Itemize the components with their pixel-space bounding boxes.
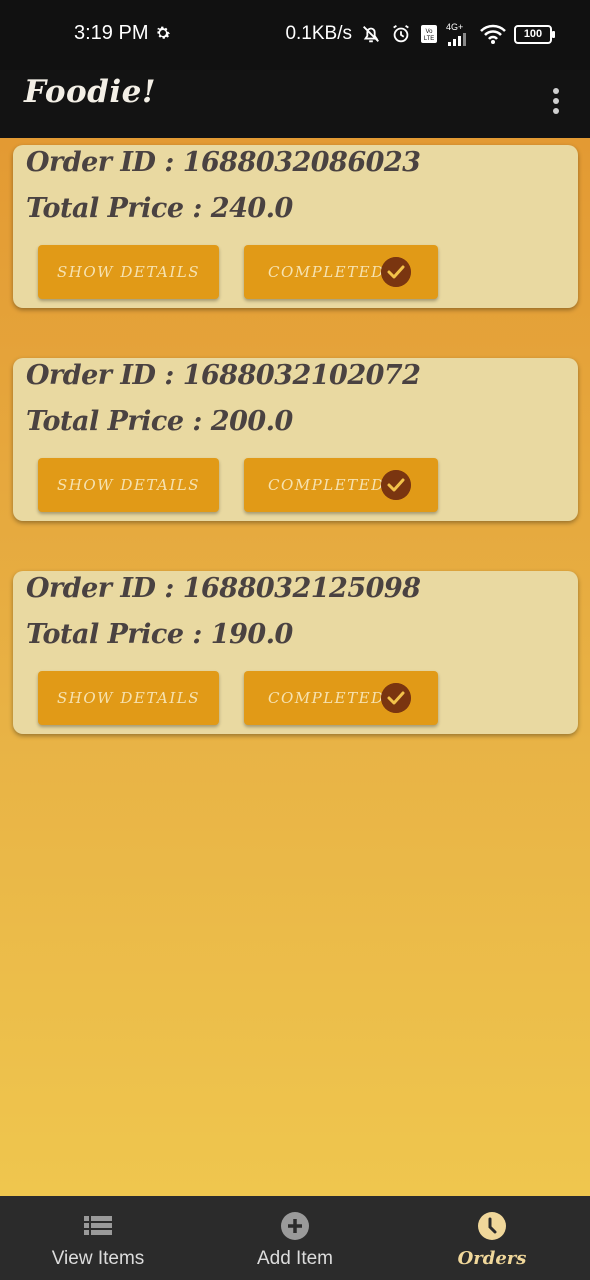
battery-level: 100 [523, 27, 543, 40]
nav-orders[interactable]: Orders [394, 1196, 590, 1280]
status-indicators: 0.1KB/s Vo LTE 4G+ 100 [285, 20, 555, 48]
order-total-price: Total Price : 240.0 [26, 193, 293, 224]
svg-text:LTE: LTE [424, 36, 435, 42]
signal-bars-icon [448, 32, 466, 46]
app-bar: Foodie! [0, 70, 590, 138]
list-icon [84, 1216, 112, 1235]
show-details-button[interactable]: Show Details [38, 458, 219, 512]
battery-icon: 100 [514, 24, 555, 44]
order-id: Order ID : 1688032086023 [26, 147, 421, 178]
add-circle-icon [281, 1212, 309, 1240]
nav-add-item[interactable]: Add Item [197, 1196, 393, 1280]
volte-icon: Vo LTE [421, 25, 437, 43]
nav-view-items[interactable]: View Items [0, 1196, 196, 1280]
nav-add-item-label: Add Item [256, 1248, 334, 1269]
check-circle-icon [381, 257, 411, 287]
check-circle-icon [381, 683, 411, 713]
show-details-button[interactable]: Show Details [38, 671, 219, 725]
order-total-price: Total Price : 190.0 [26, 619, 293, 650]
clock-icon [478, 1212, 506, 1240]
signal-indicator: 4G+ [446, 21, 472, 46]
order-id: Order ID : 1688032125098 [26, 573, 421, 604]
check-circle-icon [381, 470, 411, 500]
completed-label: Completed [268, 263, 385, 281]
settings-gear-icon [157, 26, 171, 39]
completed-button[interactable]: Completed [244, 458, 438, 512]
order-total-price: Total Price : 200.0 [26, 406, 293, 437]
wifi-icon [480, 24, 506, 44]
status-time: 3:19 PM [74, 22, 149, 44]
app-title: Foodie! [24, 74, 156, 110]
svg-text:Vo: Vo [425, 29, 433, 35]
nav-view-items-label: View Items [51, 1248, 145, 1269]
overflow-menu-icon[interactable] [544, 84, 568, 120]
show-details-button[interactable]: Show Details [38, 245, 219, 299]
bottom-navigation: View Items Add Item Orders [0, 1196, 590, 1280]
completed-label: Completed [268, 476, 385, 494]
completed-label: Completed [268, 689, 385, 707]
order-id: Order ID : 1688032102072 [26, 360, 421, 391]
completed-button[interactable]: Completed [244, 671, 438, 725]
alarm-icon [393, 24, 409, 43]
status-bar: 3:19 PM 0.1KB/s Vo LTE 4G+ 100 [0, 0, 590, 70]
nav-orders-label: Orders [457, 1248, 527, 1269]
completed-button[interactable]: Completed [244, 245, 438, 299]
network-type: 4G+ [446, 21, 464, 32]
order-card: Order ID : 1688032102072 Total Price : 2… [13, 358, 578, 521]
network-speed: 0.1KB/s [285, 23, 352, 44]
mute-bell-icon [363, 26, 379, 43]
order-card: Order ID : 1688032125098 Total Price : 1… [13, 571, 578, 734]
order-card: Order ID : 1688032086023 Total Price : 2… [13, 145, 578, 308]
orders-list[interactable]: Order ID : 1688032086023 Total Price : 2… [0, 138, 590, 1196]
